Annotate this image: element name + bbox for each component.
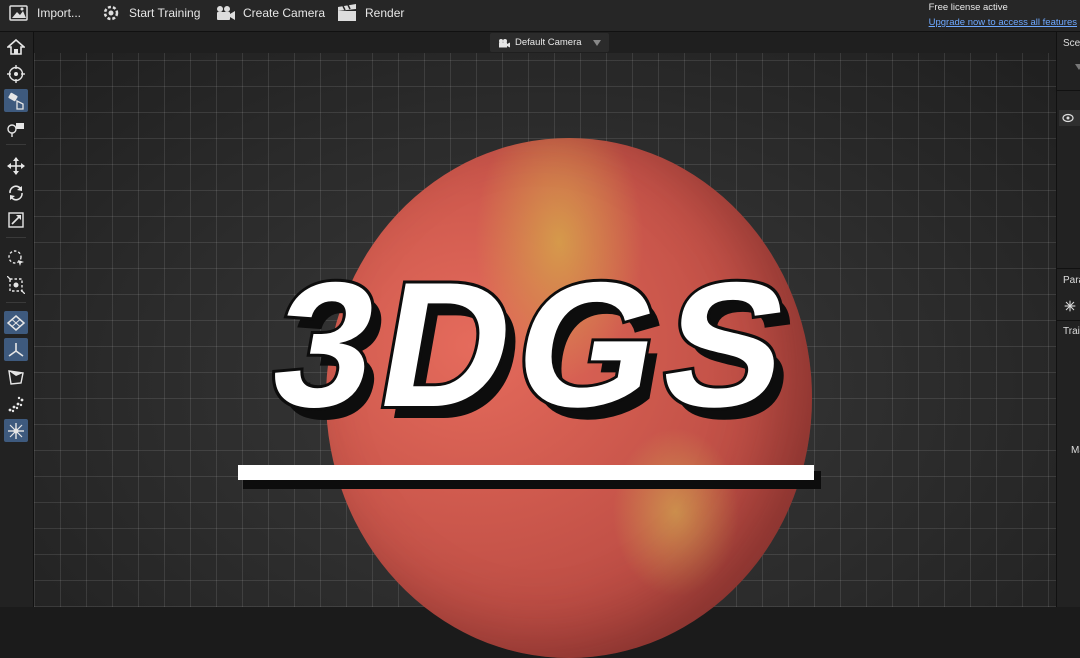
frustum-icon (8, 369, 24, 385)
right-panel: Sce Para Trai Ma (1056, 32, 1080, 607)
move-tool[interactable] (4, 154, 28, 177)
camera-path-tool[interactable] (4, 116, 28, 139)
render-button[interactable]: Render (336, 0, 404, 26)
scale-icon (8, 211, 24, 228)
sparkle-icon (1064, 300, 1076, 312)
grid-plane-icon (7, 314, 25, 331)
focus-tool[interactable] (4, 62, 28, 85)
title-underline (238, 465, 814, 480)
top-toolbar: Import... Start Training Create Camera R… (0, 0, 1080, 32)
video-camera-icon (214, 3, 236, 23)
clapperboard-icon (336, 3, 358, 23)
panel-divider (1057, 268, 1080, 269)
rail-divider (6, 302, 26, 303)
move-arrows-icon (7, 156, 25, 175)
render-label: Render (365, 6, 405, 20)
scale-tool[interactable] (4, 208, 28, 231)
upgrade-link[interactable]: Upgrade now to access all features (929, 15, 1077, 30)
overlay-title-text: 3DGS (258, 256, 810, 445)
rotate-tool[interactable] (4, 181, 28, 204)
splat-toggle[interactable] (4, 419, 28, 442)
eye-icon (1062, 113, 1074, 123)
points-toggle[interactable] (4, 392, 28, 415)
create-camera-button[interactable]: Create Camera (214, 0, 325, 26)
chevron-down-icon (592, 39, 601, 46)
axes-toggle[interactable] (4, 338, 28, 361)
panel-divider (1057, 90, 1080, 91)
scene-panel-label: Sce (1063, 38, 1080, 49)
crosshair-icon (7, 64, 25, 83)
frustum-toggle[interactable] (4, 365, 28, 388)
camera-flag-icon (7, 122, 24, 137)
training-label: Trai (1063, 326, 1080, 337)
panel-divider (1057, 320, 1080, 321)
parameters-label: Para (1063, 275, 1080, 286)
overlay-title: 3DGS 3DGS (255, 256, 820, 456)
license-status: Free license active (928, 2, 1008, 13)
object-camera-tool[interactable] (4, 89, 28, 112)
create-camera-label: Create Camera (243, 6, 326, 20)
camera-name: Default Camera (515, 37, 582, 48)
rail-divider (6, 144, 26, 145)
rotate-icon (9, 184, 23, 201)
camera-selector[interactable]: Default Camera (490, 33, 609, 52)
gear-icon (100, 3, 122, 23)
start-training-button[interactable]: Start Training (100, 0, 200, 26)
import-button[interactable]: Import... (8, 0, 81, 26)
start-training-label: Start Training (129, 6, 201, 20)
select-tool[interactable] (4, 246, 28, 269)
grid-toggle[interactable] (4, 311, 28, 334)
tool-rail (0, 32, 34, 607)
license-info: Free license active Upgrade now to acces… (929, 0, 1077, 30)
scene-item-row[interactable] (1059, 110, 1080, 126)
camera-object-icon (8, 92, 24, 110)
home-tool[interactable] (4, 35, 28, 58)
box-select-tool[interactable] (4, 273, 28, 296)
chevron-down-icon (1075, 64, 1080, 70)
home-icon (7, 38, 25, 55)
max-field-label: Ma (1071, 445, 1080, 456)
video-camera-icon (499, 38, 510, 47)
rail-divider (6, 237, 26, 238)
axes-icon (8, 342, 24, 357)
box-select-icon (7, 275, 25, 294)
sparkle-icon (8, 422, 24, 439)
point-cloud-icon (8, 396, 24, 412)
import-label: Import... (37, 6, 82, 20)
import-icon (8, 3, 30, 23)
lasso-select-icon (8, 249, 24, 266)
